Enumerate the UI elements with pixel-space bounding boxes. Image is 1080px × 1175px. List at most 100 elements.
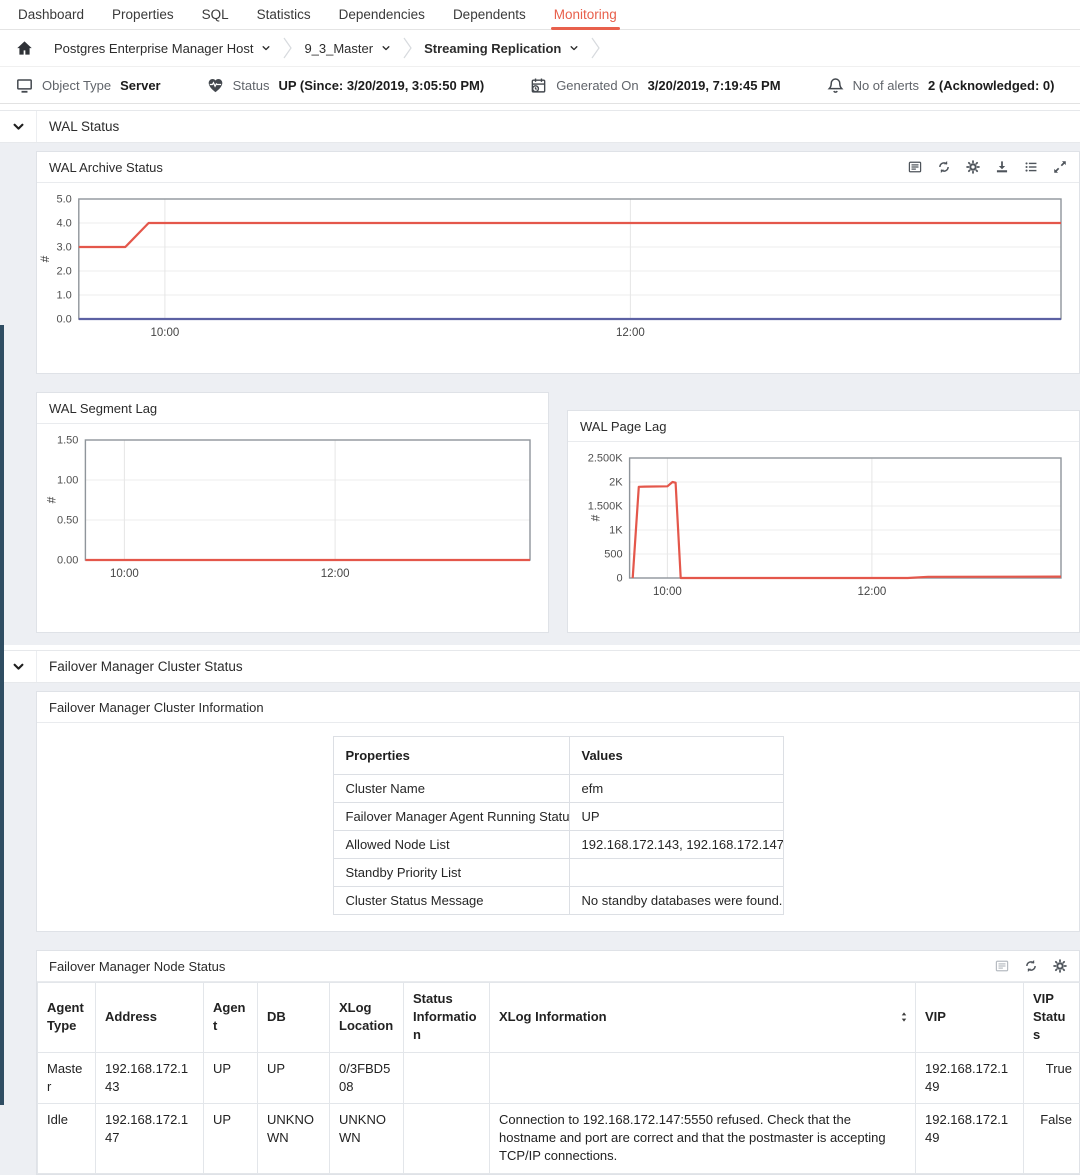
svg-text:0.0: 0.0 — [57, 314, 72, 326]
gear-icon[interactable] — [1053, 959, 1067, 973]
alerts-value: 2 (Acknowledged: 0) — [928, 78, 1054, 93]
chevron-down-icon[interactable] — [381, 43, 391, 53]
svg-text:2K: 2K — [609, 477, 623, 489]
cluster-info-cell: 192.168.172.143, 192.168.172.147 — [569, 831, 783, 859]
generated-on-value: 3/20/2019, 7:19:45 PM — [648, 78, 781, 93]
home-icon[interactable] — [10, 36, 38, 60]
node-status-header-xlog-information[interactable]: XLog Information — [490, 983, 916, 1053]
list-icon[interactable] — [1024, 160, 1038, 174]
wal-segment-lag-chart: 0.000.501.001.5010:0012:00# — [37, 432, 540, 586]
legend-icon[interactable] — [908, 160, 922, 174]
chevron-down-icon[interactable] — [261, 43, 271, 53]
node-status-cell: 192.168.172.147 — [96, 1103, 204, 1173]
breadcrumb: Postgres Enterprise Manager Host 9_3_Mast… — [0, 30, 1080, 67]
node-status-cell: UP — [204, 1052, 258, 1103]
breadcrumb-item-postgres-enterprise-manager-host[interactable]: Postgres Enterprise Manager Host — [46, 41, 279, 56]
node-status-header-agent-type: Agent Type — [38, 983, 96, 1053]
panel-node-status: Failover Manager Node Status Agent TypeA… — [36, 950, 1080, 1175]
breadcrumb-item-9-3-master[interactable]: 9_3_Master — [296, 41, 399, 56]
table-row: Master192.168.172.143UPUP0/3FBD508192.16… — [38, 1052, 1080, 1103]
tab-bar: DashboardPropertiesSQLStatisticsDependen… — [0, 0, 1080, 30]
alerts-info: No of alerts 2 (Acknowledged: 0) — [827, 77, 1055, 94]
svg-text:12:00: 12:00 — [858, 586, 887, 598]
svg-text:#: # — [38, 255, 52, 262]
cluster-info-cell: No standby databases were found. — [569, 887, 783, 915]
failover-section-header: Failover Manager Cluster Status — [0, 651, 1080, 683]
status-info: Status UP (Since: 3/20/2019, 3:05:50 PM) — [207, 77, 485, 94]
tab-sql[interactable]: SQL — [188, 0, 243, 29]
svg-text:1.50: 1.50 — [57, 435, 78, 447]
table-row: Standby Priority List — [333, 859, 783, 887]
sort-icon[interactable] — [900, 1011, 908, 1023]
svg-text:12:00: 12:00 — [616, 327, 645, 339]
node-status-header-agent: Agent — [204, 983, 258, 1053]
refresh-icon[interactable] — [1024, 959, 1038, 973]
node-status-cell — [404, 1052, 490, 1103]
cluster-information-table: PropertiesValuesCluster NameefmFailover … — [333, 736, 784, 915]
panel-title: Failover Manager Node Status — [49, 959, 225, 974]
node-status-cell: Idle — [38, 1103, 96, 1173]
cluster-info-header-values: Values — [569, 737, 783, 775]
wal-segment-panel-header: WAL Segment Lag — [37, 393, 548, 424]
node-status-cell: 192.168.172.143 — [96, 1052, 204, 1103]
tab-statistics[interactable]: Statistics — [243, 0, 325, 29]
breadcrumb-item-streaming-replication[interactable]: Streaming Replication — [416, 41, 587, 56]
cluster-info-cell: UP — [569, 803, 783, 831]
node-status-cell — [404, 1103, 490, 1173]
tab-dependencies[interactable]: Dependencies — [325, 0, 439, 29]
svg-text:12:00: 12:00 — [321, 568, 350, 580]
panel-wal-archive-status: WAL Archive Status 0.01.02.03.04.05.010:… — [36, 151, 1080, 374]
table-row: Failover Manager Agent Running StatusUP — [333, 803, 783, 831]
svg-text:1K: 1K — [609, 525, 623, 537]
svg-text:10:00: 10:00 — [110, 568, 139, 580]
download-icon[interactable] — [995, 160, 1009, 174]
object-type-info: Object Type Server — [16, 77, 161, 94]
node-status-cell: UNKNOWN — [330, 1103, 404, 1173]
gear-icon[interactable] — [966, 160, 980, 174]
cluster-info-cell: Cluster Status Message — [333, 887, 569, 915]
wal-archive-status-chart: 0.01.02.03.04.05.010:0012:00# — [37, 191, 1071, 345]
svg-text:10:00: 10:00 — [151, 327, 180, 339]
legend-icon[interactable] — [995, 959, 1009, 973]
expand-icon[interactable] — [1053, 160, 1067, 174]
tab-properties[interactable]: Properties — [98, 0, 188, 29]
cluster-info-cell — [569, 859, 783, 887]
node-status-panel-header: Failover Manager Node Status — [37, 951, 1079, 982]
svg-text:3.0: 3.0 — [57, 242, 72, 254]
svg-text:#: # — [589, 514, 603, 521]
node-status-table: Agent TypeAddressAgentDBXLog LocationSta… — [37, 982, 1080, 1174]
svg-text:1.0: 1.0 — [57, 290, 72, 302]
svg-text:#: # — [44, 496, 58, 503]
panel-title: WAL Archive Status — [49, 160, 163, 175]
refresh-icon[interactable] — [937, 160, 951, 174]
section-title-failover: Failover Manager Cluster Status — [36, 651, 1080, 682]
tab-dashboard[interactable]: Dashboard — [4, 0, 98, 29]
svg-text:5.0: 5.0 — [57, 194, 72, 206]
object-type-label: Object Type — [42, 78, 111, 93]
heart-pulse-icon — [207, 77, 224, 94]
svg-text:0: 0 — [616, 573, 622, 585]
breadcrumb-separator-icon — [401, 35, 414, 61]
svg-text:1.00: 1.00 — [57, 475, 78, 487]
chevron-down-icon[interactable] — [0, 111, 36, 142]
svg-text:1.500K: 1.500K — [588, 501, 624, 513]
node-status-header-db: DB — [258, 983, 330, 1053]
node-status-header-vip-status: VIP Status — [1024, 983, 1080, 1053]
breadcrumb-item-label: 9_3_Master — [304, 41, 373, 56]
node-status-cell: Master — [38, 1052, 96, 1103]
bell-icon — [827, 77, 844, 94]
cluster-info-cell: Allowed Node List — [333, 831, 569, 859]
collapsed-sidebar-edge[interactable] — [0, 325, 4, 1105]
chevron-down-icon[interactable] — [569, 43, 579, 53]
chevron-down-icon[interactable] — [0, 651, 36, 682]
breadcrumb-separator-icon — [281, 35, 294, 61]
generated-on-info: Generated On 3/20/2019, 7:19:45 PM — [530, 77, 780, 94]
tab-dependents[interactable]: Dependents — [439, 0, 540, 29]
svg-text:2.0: 2.0 — [57, 266, 72, 278]
panel-wal-segment-lag: WAL Segment Lag 0.000.501.001.5010:0012:… — [36, 392, 549, 633]
node-status-cell: False — [1024, 1103, 1080, 1173]
breadcrumb-item-label: Postgres Enterprise Manager Host — [54, 41, 253, 56]
tab-monitoring[interactable]: Monitoring — [540, 0, 631, 29]
panel-title: Failover Manager Cluster Information — [49, 700, 264, 715]
panel-title: WAL Segment Lag — [49, 401, 157, 416]
